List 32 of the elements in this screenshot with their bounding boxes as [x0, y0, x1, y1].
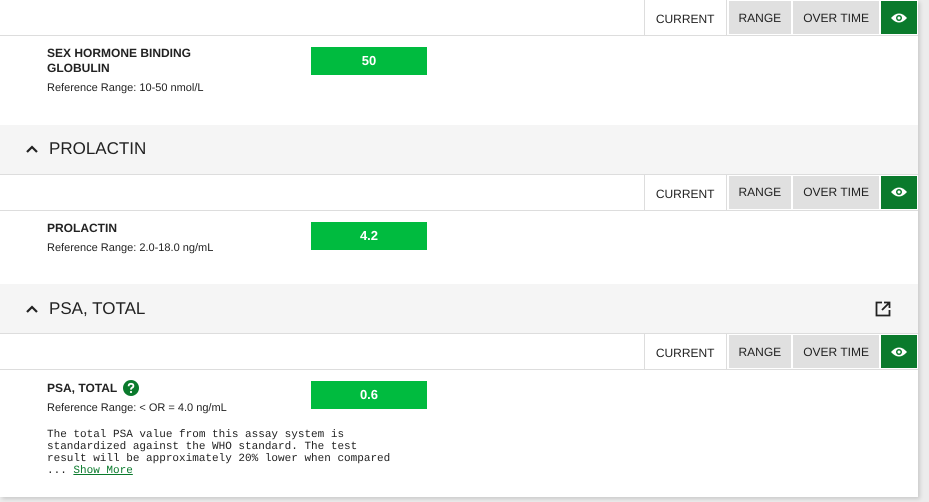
eye-icon	[890, 186, 908, 198]
view-tab[interactable]: CURRENT	[644, 174, 727, 210]
view-tab[interactable]: CURRENT	[644, 334, 727, 369]
view-tab[interactable]: OVER TIME	[793, 1, 879, 34]
test-name: PSA, TOTAL	[47, 380, 118, 396]
eye-icon	[890, 346, 908, 358]
reference-range: Reference Range: < OR = 4.0 ng/mL	[47, 401, 228, 416]
result-value: 0.6	[311, 381, 427, 409]
result-value: 4.2	[311, 222, 427, 250]
help-icon[interactable]	[123, 380, 140, 396]
test-name: SEX HORMONE BINDING GLOBULIN	[47, 46, 192, 76]
section-header[interactable]: PSA, TOTAL	[0, 284, 918, 334]
section-header[interactable]: PROLACTIN	[0, 124, 918, 174]
section-title: PROLACTIN	[49, 138, 146, 160]
view-tab[interactable]: OVER TIME	[793, 176, 879, 208]
external-link-icon[interactable]	[875, 300, 891, 316]
view-tab[interactable]: RANGE	[728, 335, 792, 368]
view-tab[interactable]: CURRENT	[644, 0, 727, 35]
reference-range: Reference Range: 2.0-18.0 ng/mL	[47, 240, 214, 256]
result-value: 50	[311, 47, 427, 75]
visibility-button[interactable]	[881, 335, 917, 368]
visibility-button[interactable]	[881, 176, 917, 208]
reference-range: Reference Range: 10-50 nmol/L	[47, 81, 205, 96]
test-name: PROLACTIN	[47, 220, 117, 236]
view-tab[interactable]: OVER TIME	[793, 335, 879, 368]
show-more-link[interactable]: Show More	[73, 464, 133, 476]
eye-icon	[890, 12, 908, 24]
visibility-button[interactable]	[881, 1, 917, 34]
result-note: The total PSA value from this assay system is standardized against the WHO standard. The test result will be approximately 20% lower when compared ... Show More	[47, 428, 392, 476]
view-tab[interactable]: RANGE	[728, 1, 792, 34]
view-tab[interactable]: RANGE	[728, 176, 792, 208]
section-title: PSA, TOTAL	[49, 298, 146, 320]
